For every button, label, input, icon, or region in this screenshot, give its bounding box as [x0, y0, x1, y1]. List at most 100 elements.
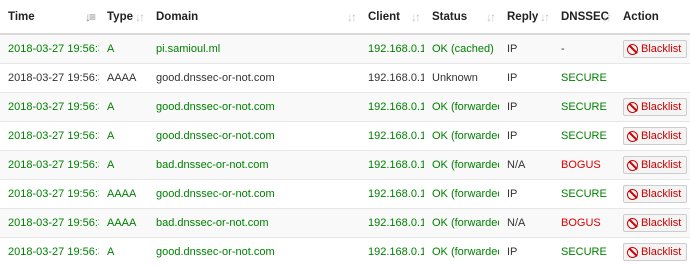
col-header-label: Domain — [156, 11, 198, 23]
cell-time: 2018-03-27 19:56:30 — [0, 151, 99, 180]
cell-status: OK (forwarded) — [424, 122, 499, 151]
cell-reply: IP — [499, 180, 553, 209]
sort-icon[interactable]: ↓↑ — [486, 10, 494, 24]
table-row: 2018-03-27 19:56:30Abad.dnssec-or-not.co… — [0, 151, 690, 180]
cell-reply: N/A — [499, 209, 553, 238]
cell-dnssec: - — [553, 34, 615, 64]
blacklist-label: Blacklist — [641, 245, 681, 259]
blacklist-button[interactable]: Blacklist — [623, 127, 687, 145]
cell-time: 2018-03-27 19:56:30 — [0, 209, 99, 238]
cell-action: Blacklist — [615, 151, 690, 180]
col-header-action: Action — [615, 0, 690, 34]
col-header-client[interactable]: Client↓↑ — [360, 0, 424, 34]
col-header-label: Action — [623, 11, 659, 23]
blacklist-label: Blacklist — [641, 129, 681, 143]
table-row: 2018-03-27 19:56:30AAAAbad.dnssec-or-not… — [0, 209, 690, 238]
table-row: 2018-03-27 19:56:31AAAAgood.dnssec-or-no… — [0, 64, 690, 93]
sort-desc-icon[interactable]: ↓≡ — [85, 10, 94, 24]
cell-status: Unknown — [424, 64, 499, 93]
cell-time: 2018-03-27 19:56:31 — [0, 93, 99, 122]
ban-icon — [627, 160, 638, 171]
col-header-label: Time — [8, 11, 35, 23]
cell-dnssec: SECURE — [553, 180, 615, 209]
cell-domain: bad.dnssec-or-not.com — [148, 151, 360, 180]
cell-status: OK (forwarded) — [424, 93, 499, 122]
table-row: 2018-03-27 19:56:30Agood.dnssec-or-not.c… — [0, 122, 690, 151]
cell-client: 192.168.0.10 — [360, 238, 424, 266]
cell-domain: good.dnssec-or-not.com — [148, 93, 360, 122]
cell-client: 192.168.0.10 — [360, 93, 424, 122]
cell-type: A — [99, 122, 148, 151]
cell-client: 192.168.0.10 — [360, 151, 424, 180]
cell-status: OK (forwarded) — [424, 209, 499, 238]
cell-time: 2018-03-27 19:56:37 — [0, 34, 99, 64]
sort-icon[interactable]: ↓↑ — [540, 10, 548, 24]
cell-domain: good.dnssec-or-not.com — [148, 64, 360, 93]
col-header-label: Status — [432, 11, 467, 23]
cell-type: A — [99, 151, 148, 180]
sort-icon[interactable]: ↓↑ — [602, 10, 610, 24]
cell-reply: IP — [499, 34, 553, 64]
cell-time: 2018-03-27 19:56:30 — [0, 122, 99, 151]
col-header-status[interactable]: Status ↓↑ — [424, 0, 499, 34]
table-row: 2018-03-27 19:56:30Agood.dnssec-or-not.c… — [0, 238, 690, 266]
table-row: 2018-03-27 19:56:31Agood.dnssec-or-not.c… — [0, 93, 690, 122]
ban-icon — [627, 189, 638, 200]
cell-dnssec: BOGUS — [553, 209, 615, 238]
ban-icon — [627, 44, 638, 55]
ban-icon — [627, 102, 638, 113]
blacklist-button[interactable]: Blacklist — [623, 156, 687, 174]
table-row: 2018-03-27 19:56:30AAAAgood.dnssec-or-no… — [0, 180, 690, 209]
cell-action: Blacklist — [615, 180, 690, 209]
blacklist-button[interactable]: Blacklist — [623, 214, 687, 232]
cell-type: A — [99, 238, 148, 266]
cell-client: 192.168.0.10 — [360, 209, 424, 238]
table-row: 2018-03-27 19:56:37Api.samioul.ml192.168… — [0, 34, 690, 64]
cell-domain: bad.dnssec-or-not.com — [148, 209, 360, 238]
sort-icon[interactable]: ↓↑ — [411, 10, 419, 24]
col-header-reply[interactable]: Reply↓↑ — [499, 0, 553, 34]
cell-time: 2018-03-27 19:56:31 — [0, 64, 99, 93]
cell-type: A — [99, 34, 148, 64]
cell-action: Blacklist — [615, 34, 690, 64]
blacklist-label: Blacklist — [641, 187, 681, 201]
cell-reply: IP — [499, 238, 553, 266]
cell-domain: pi.samioul.ml — [148, 34, 360, 64]
cell-status: OK (cached) — [424, 34, 499, 64]
cell-status: OK (forwarded) — [424, 151, 499, 180]
table-header-row: Time↓≡ Type↓↑ Domain↓↑ Client↓↑ Status↓↑… — [0, 0, 690, 34]
cell-client: 192.168.0.10 — [360, 34, 424, 64]
sort-icon[interactable]: ↓↑ — [135, 10, 143, 24]
cell-domain: good.dnssec-or-not.com — [148, 180, 360, 209]
col-header-dnssec[interactable]: DNSSEC↓↑ — [553, 0, 615, 34]
blacklist-button[interactable]: Blacklist — [623, 98, 687, 116]
blacklist-button[interactable]: Blacklist — [623, 243, 687, 261]
cell-dnssec: BOGUS — [553, 151, 615, 180]
cell-reply: IP — [499, 64, 553, 93]
cell-dnssec: SECURE — [553, 93, 615, 122]
cell-type: AAAA — [99, 64, 148, 93]
cell-reply: IP — [499, 93, 553, 122]
cell-client: 192.168.0.10 — [360, 180, 424, 209]
blacklist-label: Blacklist — [641, 158, 681, 172]
cell-type: AAAA — [99, 209, 148, 238]
query-log-table: Time↓≡ Type↓↑ Domain↓↑ Client↓↑ Status↓↑… — [0, 0, 690, 266]
cell-client: 192.168.0.10 — [360, 64, 424, 93]
col-header-domain[interactable]: Domain ↓↑ — [148, 0, 360, 34]
cell-dnssec: SECURE — [553, 122, 615, 151]
cell-action: Blacklist — [615, 209, 690, 238]
blacklist-label: Blacklist — [641, 216, 681, 230]
cell-reply: IP — [499, 122, 553, 151]
cell-action: Blacklist — [615, 238, 690, 266]
ban-icon — [627, 131, 638, 142]
col-header-label: Type — [107, 11, 133, 23]
col-header-time[interactable]: Time ↓≡ — [0, 0, 99, 34]
col-header-type[interactable]: Type↓↑ — [99, 0, 148, 34]
cell-action — [615, 64, 690, 93]
sort-icon[interactable]: ↓↑ — [347, 10, 355, 24]
cell-action: Blacklist — [615, 93, 690, 122]
blacklist-button[interactable]: Blacklist — [623, 40, 687, 58]
blacklist-button[interactable]: Blacklist — [623, 185, 687, 203]
blacklist-label: Blacklist — [641, 100, 681, 114]
cell-time: 2018-03-27 19:56:30 — [0, 238, 99, 266]
